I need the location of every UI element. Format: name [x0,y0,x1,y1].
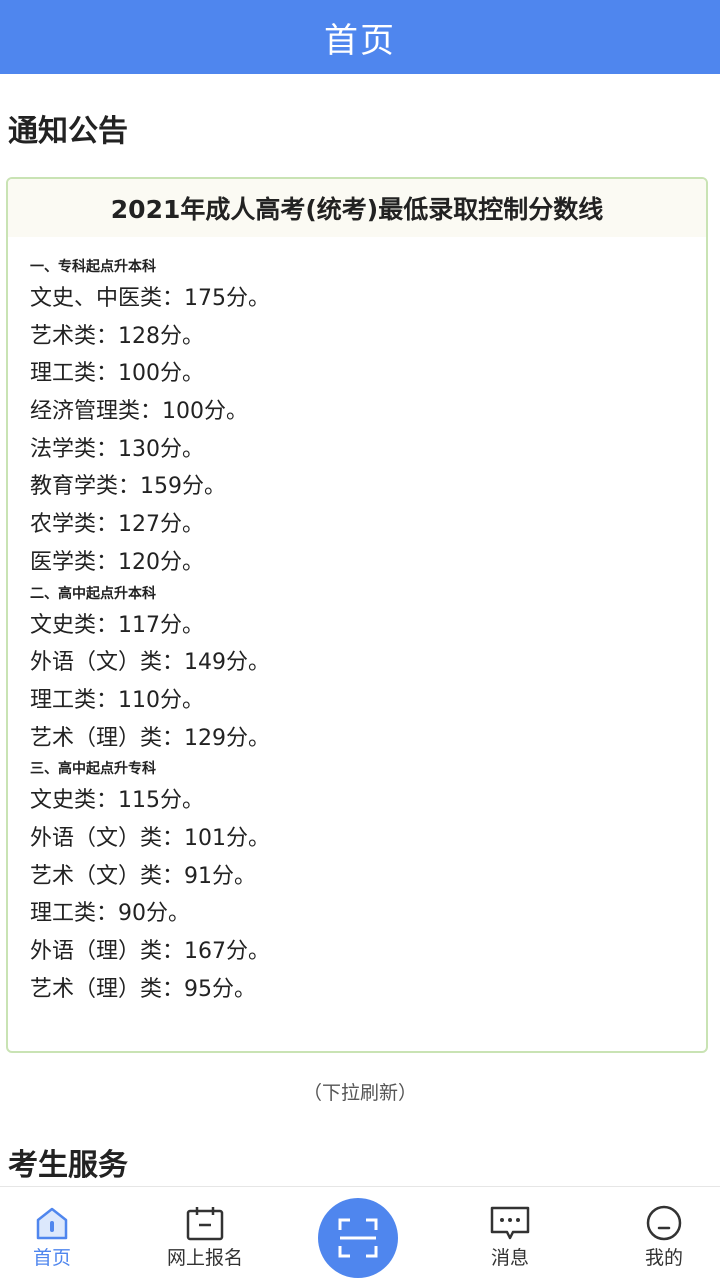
notice-line: 文史、中医类：175分。 [30,286,270,311]
notice-line: 艺术类：128分。 [30,323,204,349]
tab-profile[interactable]: 我的 [622,1187,706,1281]
notice-line: 艺术（理）类：129分。 [30,725,270,751]
profile-icon [643,1205,685,1241]
notice-line: 医学类：120分。 [30,549,204,575]
notice-line: 理工类：90分。 [30,901,190,927]
notice-card[interactable]: 2021年成人高考(统考)最低录取控制分数线 一、专科起点升本科 文史、中医类：… [6,177,708,1053]
notice-title: 2021年成人高考(统考)最低录取控制分数线 [110,195,604,224]
notice-body: 一、专科起点升本科 文史、中医类：175分。 艺术类：128分。 理工类：100… [8,237,706,1008]
notice-group-heading: 三、高中起点升专科 [30,761,156,778]
tab-online-registration[interactable]: 网上报名 [150,1187,260,1281]
scan-button[interactable] [318,1198,398,1278]
notice-group-heading: 二、高中起点升本科 [30,585,156,602]
notice-line: 文史类：117分。 [30,612,204,638]
tab-label: 消息 [490,1247,529,1269]
notice-line: 外语（文）类：101分。 [30,825,270,851]
calendar-icon [184,1205,226,1241]
notice-card-header: 2021年成人高考(统考)最低录取控制分数线 [8,179,706,237]
notice-line: 文史类：115分。 [30,788,204,814]
notice-line: 艺术（理）类：95分。 [30,976,256,1002]
notice-group-heading: 一、专科起点升本科 [30,259,156,275]
tab-label: 我的 [644,1247,683,1269]
notice-section-title: 通知公告 [8,114,128,149]
notice-line: 农学类：127分。 [30,512,204,538]
notice-line: 理工类：110分。 [30,687,204,713]
home-icon [31,1205,73,1241]
app-header: 首页 [0,0,720,74]
tab-home[interactable]: 首页 [10,1187,94,1281]
page-title: 首页 [324,20,396,61]
notice-line: 外语（文）类：149分。 [30,650,270,676]
scan-icon [336,1216,380,1260]
notice-line: 外语（理）类：167分。 [30,939,270,964]
tab-label: 首页 [32,1247,71,1269]
notice-line: 经济管理类：100分。 [30,399,248,425]
notice-line: 教育学类：159分。 [30,474,226,500]
notice-line: 法学类：130分。 [30,436,204,462]
tab-messages[interactable]: 消息 [468,1187,552,1281]
tab-label: 网上报名 [166,1247,243,1269]
notice-line: 理工类：100分。 [30,361,204,387]
service-section-title: 考生服务 [8,1148,128,1183]
message-icon [489,1205,531,1241]
pull-to-refresh-hint: （下拉刷新） [302,1082,417,1104]
notice-line: 艺术（文）类：91分。 [30,863,256,889]
